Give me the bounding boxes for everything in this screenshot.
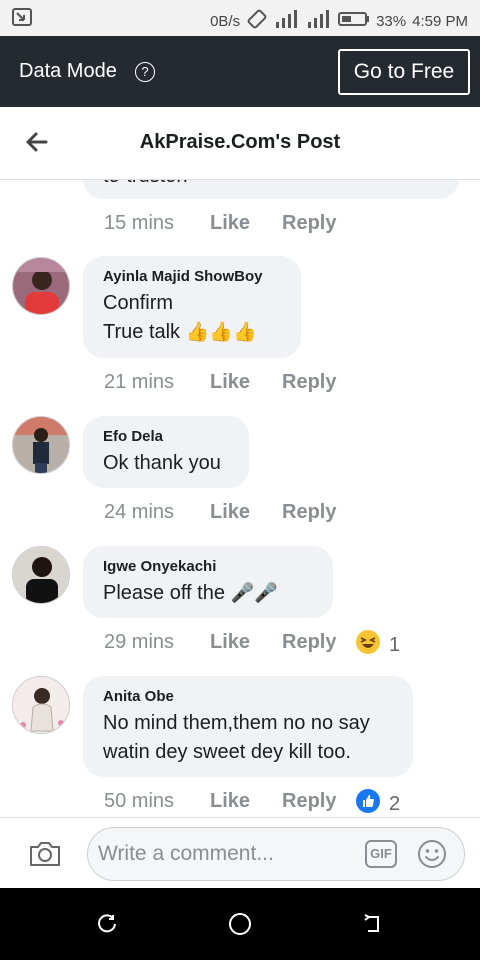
- comment-text-line: Confirm: [103, 292, 174, 314]
- like-button[interactable]: Like: [210, 790, 282, 813]
- reply-button[interactable]: Reply: [282, 631, 336, 654]
- comment-bubble: Ayinla Majid ShowBoy Confirm True talk 👍…: [83, 256, 301, 358]
- go-to-free-button[interactable]: Go to Free: [338, 49, 470, 95]
- comment-bubble: Efo Dela Ok thank you: [83, 416, 249, 488]
- system-nav-bar: [0, 888, 480, 960]
- comment-bubble: to-truston: [83, 180, 459, 199]
- signal-icon-1: [274, 9, 300, 33]
- comment-author[interactable]: Igwe Onyekachi: [103, 558, 315, 575]
- reply-button[interactable]: Reply: [282, 212, 336, 235]
- comment-input[interactable]: Write a comment... GIF: [87, 827, 465, 881]
- battery-icon: [338, 11, 370, 31]
- data-mode-bar: Data Mode ? Go to Free: [0, 36, 480, 107]
- haha-icon: [355, 629, 381, 661]
- data-mode-label: Data Mode: [19, 60, 117, 82]
- comment-author[interactable]: Efo Dela: [103, 428, 231, 445]
- data-speed: 0B/s: [210, 12, 241, 30]
- clock: 4:59 PM: [412, 12, 468, 30]
- reply-button[interactable]: Reply: [282, 790, 336, 813]
- smiley-icon[interactable]: [417, 839, 447, 869]
- like-button[interactable]: Like: [210, 212, 282, 235]
- status-bar: 0B/s 33% 4:59 PM: [0, 0, 480, 36]
- like-button[interactable]: Like: [210, 631, 282, 654]
- home-icon[interactable]: [228, 912, 252, 941]
- comment-meta: 15 mins Like Reply: [104, 212, 336, 235]
- reaction-summary[interactable]: 2: [355, 788, 400, 817]
- comment-time: 21 mins: [104, 371, 175, 393]
- comment-text-line: True talk 👍👍👍: [103, 318, 283, 347]
- comment-time: 15 mins: [104, 212, 175, 234]
- recents-icon[interactable]: [96, 913, 118, 940]
- comment-meta: 50 mins Like Reply: [104, 790, 336, 813]
- comment-time: 24 mins: [104, 501, 175, 523]
- screenshot-notification-icon: [12, 8, 32, 30]
- comment-text: Please off the: [103, 582, 225, 604]
- gif-button[interactable]: GIF: [365, 840, 397, 868]
- comment-text-line: Please off the 🎤🎤: [103, 579, 315, 608]
- comment-bubble: Anita Obe No mind them,them no no say wa…: [83, 676, 413, 777]
- comment-text-line: No mind them,them no no say: [103, 712, 370, 734]
- comment-author[interactable]: Ayinla Majid ShowBoy: [103, 268, 283, 285]
- reaction-count: 1: [389, 633, 401, 656]
- like-reaction-icon: [355, 788, 381, 817]
- comment-author[interactable]: Anita Obe: [103, 688, 395, 705]
- comment-text-line2: True talk: [103, 321, 181, 343]
- avatar[interactable]: [12, 257, 70, 315]
- comment-bubble: Igwe Onyekachi Please off the 🎤🎤: [83, 546, 333, 618]
- signal-icon-2: [306, 9, 332, 33]
- camera-icon[interactable]: [28, 840, 62, 868]
- reply-button[interactable]: Reply: [282, 371, 336, 394]
- microphone-emoji: 🎤🎤: [230, 583, 278, 604]
- comment-meta: 29 mins Like Reply: [104, 631, 336, 654]
- comment-text: to-truston: [103, 180, 187, 191]
- reaction-count: 2: [389, 792, 401, 815]
- comments-feed[interactable]: to-truston 15 mins Like Reply Ayinla Maj…: [0, 180, 480, 817]
- like-button[interactable]: Like: [210, 501, 282, 524]
- info-icon[interactable]: ?: [135, 62, 155, 82]
- comment-meta: 21 mins Like Reply: [104, 371, 336, 394]
- comment-text-line: watin dey sweet dey kill too.: [103, 741, 351, 763]
- battery-percent: 33%: [376, 12, 407, 30]
- thumbs-up-emoji: 👍👍👍: [185, 322, 257, 343]
- post-header: AkPraise.Com's Post: [0, 107, 480, 180]
- reaction-summary[interactable]: 1: [355, 629, 400, 661]
- avatar[interactable]: [12, 546, 70, 604]
- avatar[interactable]: [12, 676, 70, 734]
- comment-text: Ok thank you: [103, 452, 221, 474]
- page-title: AkPraise.Com's Post: [139, 131, 341, 153]
- comment-composer: Write a comment... GIF: [0, 817, 480, 888]
- like-button[interactable]: Like: [210, 371, 282, 394]
- reply-button[interactable]: Reply: [282, 501, 336, 524]
- comment-meta: 24 mins Like Reply: [104, 501, 336, 524]
- rotate-icon: [246, 8, 268, 34]
- avatar[interactable]: [12, 416, 70, 474]
- comment-placeholder: Write a comment...: [98, 842, 274, 865]
- comment-time: 50 mins: [104, 790, 175, 812]
- comment-time: 29 mins: [104, 631, 175, 653]
- back-nav-icon[interactable]: [362, 913, 384, 940]
